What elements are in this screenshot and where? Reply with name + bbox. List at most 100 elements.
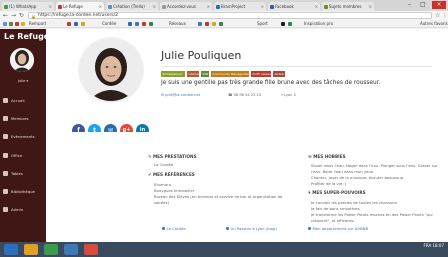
- bookmark-icon[interactable]: [212, 22, 216, 26]
- bookmark-icon[interactable]: [205, 22, 209, 26]
- url-text: https://refuge.la-cordee.net/users/2: [38, 13, 119, 18]
- tab-whatsapp[interactable]: (1) WhatsApp ×: [2, 2, 54, 11]
- office-icon: [3, 153, 8, 158]
- tab-label: BrainProject: [221, 4, 246, 9]
- bookmark-icon[interactable]: [128, 22, 132, 26]
- bookmark-icon[interactable]: [135, 22, 139, 26]
- email-text: julie@la-cordee.net: [165, 93, 201, 97]
- bookmark-sport[interactable]: Sport: [257, 20, 268, 28]
- bookmark-icon[interactable]: [219, 22, 223, 26]
- clock[interactable]: 18:07: [432, 243, 444, 248]
- trello-icon: [108, 5, 112, 9]
- tag-badge[interactable]: RSE: [201, 71, 209, 77]
- sidebar-item-admin[interactable]: Admin: [0, 204, 46, 216]
- avatar[interactable]: [10, 48, 34, 72]
- tag-badge[interactable]: Airbnb: [273, 71, 285, 77]
- section-hobbies-title: ☰ MES HOBBIES: [308, 154, 346, 159]
- book-icon: [3, 189, 8, 194]
- sidebar-item-evenements[interactable]: Evènements: [0, 131, 46, 143]
- close-icon[interactable]: ×: [369, 2, 372, 11]
- bookmark-icon[interactable]: [74, 22, 78, 26]
- page-icon: [216, 5, 220, 9]
- tab-brainproject[interactable]: BrainProject ×: [214, 2, 266, 11]
- tag-badge[interactable]: Entrepreneur: [161, 71, 185, 77]
- maximize-icon[interactable]: □: [420, 1, 426, 9]
- link-airbnb[interactable]: Mon appartement sur AirBNB: [308, 226, 368, 231]
- bookmark-icon[interactable]: [149, 22, 153, 26]
- bookmark-icon[interactable]: [81, 22, 85, 26]
- bookmark-icon[interactable]: [21, 22, 25, 26]
- tab-facebook[interactable]: Facebook ×: [268, 2, 320, 11]
- sidebar-item-accueil[interactable]: Accueil: [0, 95, 46, 107]
- avatar-image: [10, 48, 34, 72]
- system-tray[interactable]: FRA 18:07: [424, 243, 444, 249]
- tag-badge[interactable]: Profil réseau: [251, 71, 271, 77]
- bookmark-icon[interactable]: [9, 22, 13, 26]
- bookmark-icon[interactable]: [67, 22, 71, 26]
- tab-label: Facebook: [275, 4, 294, 9]
- windows-icon[interactable]: [4, 244, 18, 255]
- sidebar-item-label: Tables: [11, 171, 23, 176]
- close-icon[interactable]: ×: [207, 2, 210, 11]
- url-field[interactable]: 🔒 https://refuge.la-cordee.net/users/2: [28, 12, 432, 19]
- bookmark-icon[interactable]: [142, 22, 146, 26]
- superpower-line: Je transforme les Power Points moches en…: [311, 212, 433, 217]
- bookmark-inspiration[interactable]: Inspiration pro: [304, 20, 333, 28]
- paint-icon[interactable]: [64, 244, 78, 255]
- tab-label: (1) WhatsApp: [9, 4, 37, 9]
- close-window-icon[interactable]: ×: [432, 1, 446, 9]
- bookmark-icon[interactable]: [15, 22, 19, 26]
- close-icon[interactable]: ×: [99, 2, 102, 11]
- user-menu[interactable]: Julie ▾: [0, 79, 46, 83]
- tab-accordez[interactable]: Accordez-vous ×: [160, 2, 212, 11]
- explorer-icon[interactable]: [24, 244, 38, 255]
- close-icon[interactable]: ×: [49, 2, 52, 11]
- apps-icon[interactable]: [3, 22, 7, 26]
- sidebar-item-label: Evènements: [11, 134, 35, 139]
- tab-sujets[interactable]: Sujets membres ×: [322, 2, 374, 11]
- reference-item: Bluenbro: [154, 182, 172, 187]
- chrome-icon[interactable]: [84, 244, 98, 255]
- superpower-line: Je connais les paroles de toutes les cha…: [311, 200, 399, 205]
- close-icon[interactable]: ×: [261, 2, 264, 11]
- bookmark-icon[interactable]: [198, 22, 202, 26]
- star-icon[interactable]: ☆: [435, 11, 440, 20]
- location-text: Lyon 5: [284, 93, 296, 97]
- page-icon: [324, 5, 328, 9]
- tag-badge[interactable]: Libéral: [187, 71, 199, 77]
- tag-badge[interactable]: Community Management: [211, 71, 249, 77]
- sidebar-item-office[interactable]: Office: [0, 150, 46, 162]
- sidebar-item-tables[interactable]: Tables: [0, 168, 46, 180]
- back-icon[interactable]: ←: [3, 11, 8, 20]
- link-la-cordee[interactable]: La Cordée: [162, 226, 186, 231]
- section-references-title: ✔ MES RÉFÉRENCES: [148, 172, 195, 177]
- section-title-text: MES SUPER-POUVOIRS: [312, 190, 366, 195]
- bookmark-cordee[interactable]: Cordée: [102, 20, 116, 28]
- profile-email[interactable]: ✉ julie@la-cordee.net: [161, 93, 200, 97]
- divider: [161, 66, 432, 67]
- sidebar-item-membres[interactable]: Membres: [0, 113, 46, 125]
- tab-le-refuge[interactable]: Le Refuge ×: [56, 2, 104, 11]
- bookmark-icon[interactable]: [288, 22, 292, 26]
- close-icon[interactable]: ×: [153, 2, 156, 11]
- language-indicator[interactable]: FRA: [424, 243, 432, 248]
- link-blog[interactable]: Un Passion à Lyon (blog): [226, 226, 277, 231]
- app-brand[interactable]: Le Refuge: [4, 32, 49, 41]
- chrome-icon[interactable]: [44, 244, 58, 255]
- bookmark-rempart[interactable]: Rempart: [29, 20, 46, 28]
- minimize-icon[interactable]: –: [408, 1, 411, 9]
- table-icon: [3, 171, 8, 176]
- link-icon: [162, 227, 165, 230]
- menu-icon[interactable]: ⋮: [442, 11, 448, 20]
- bookmark-icon[interactable]: [281, 22, 285, 26]
- forward-icon[interactable]: →: [11, 11, 16, 20]
- tab-label: Le Refuge: [63, 4, 83, 9]
- close-icon[interactable]: ×: [315, 2, 318, 11]
- bookmark-other[interactable]: Autres favoris: [420, 20, 448, 28]
- bookmark-reseaux[interactable]: Réseaux: [169, 20, 186, 28]
- sidebar-item-bibliotheque[interactable]: Bibliothèque: [0, 186, 46, 198]
- reload-icon[interactable]: ↻: [19, 11, 24, 20]
- tab-trello[interactable]: Création (Trello) ×: [106, 2, 158, 11]
- hobby-line: Profiter de la vie :): [311, 181, 347, 186]
- browser-tab-bar: (1) WhatsApp × Le Refuge × Création (Tre…: [0, 0, 448, 11]
